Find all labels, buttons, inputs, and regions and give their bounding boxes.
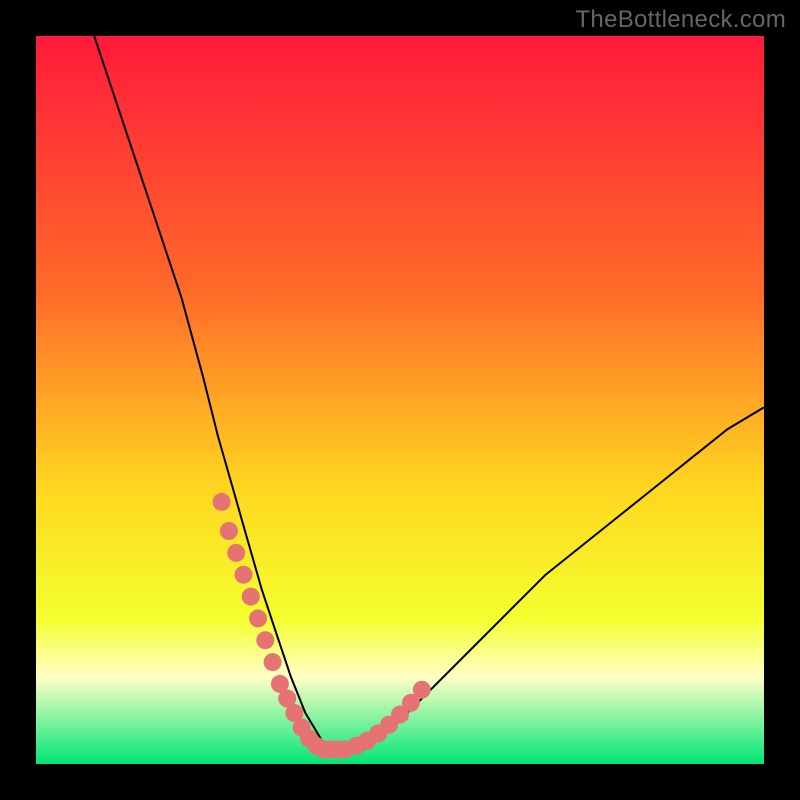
gradient-rect xyxy=(36,36,764,764)
highlight-dot xyxy=(264,653,282,671)
highlight-dot xyxy=(235,566,253,584)
watermark-text: TheBottleneck.com xyxy=(575,6,786,34)
chart-frame: TheBottleneck.com xyxy=(0,0,800,800)
highlight-dot xyxy=(242,588,260,606)
highlight-dot xyxy=(227,544,245,562)
plot-area xyxy=(36,36,764,764)
highlight-dot xyxy=(413,681,431,699)
chart-svg xyxy=(36,36,764,764)
highlight-dot xyxy=(213,493,231,511)
highlight-dot xyxy=(220,522,238,540)
highlight-dot xyxy=(249,609,267,627)
highlight-dot xyxy=(256,631,274,649)
